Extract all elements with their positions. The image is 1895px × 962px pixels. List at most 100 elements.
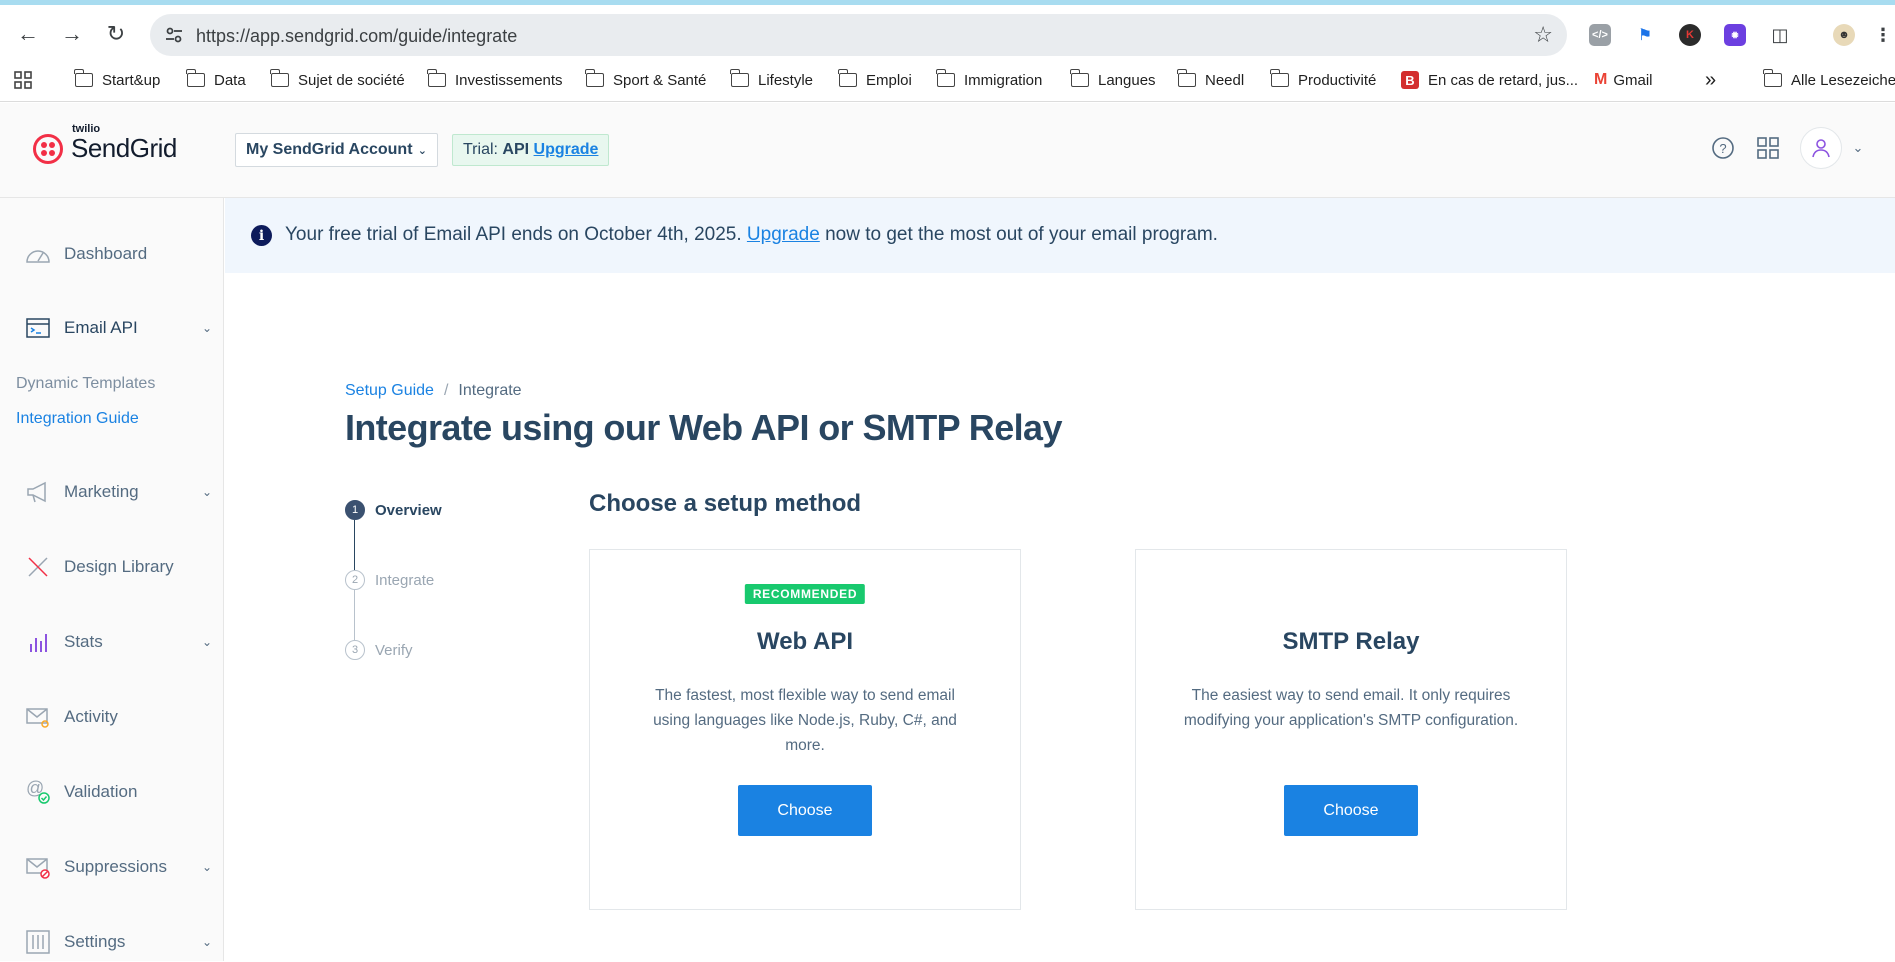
bookmark-langues[interactable]: Langues <box>1070 68 1156 92</box>
folder-icon <box>74 69 93 87</box>
apps-grid-icon[interactable] <box>14 68 32 92</box>
logo-twilio-text: twilio <box>72 123 101 135</box>
sliders-icon <box>26 930 50 954</box>
bookmark-lifestyle[interactable]: Lifestyle <box>730 68 813 92</box>
banner-upgrade-link[interactable]: Upgrade <box>747 224 820 245</box>
card-description: The fastest, most flexible way to send e… <box>653 687 957 754</box>
sendgrid-logo[interactable]: twilio SendGrid <box>33 123 177 164</box>
folder-icon <box>1270 69 1289 87</box>
reload-icon[interactable]: ↻ <box>102 20 130 48</box>
folder-icon <box>270 69 289 87</box>
at-check-icon: @ <box>26 778 50 804</box>
page-title: Integrate using our Web API or SMTP Rela… <box>345 407 1062 448</box>
url-text[interactable]: https://app.sendgrid.com/guide/integrate <box>196 26 517 47</box>
forward-arrow-icon[interactable]: → <box>58 20 86 48</box>
sidebar-subitem-integration-guide[interactable]: Integration Guide <box>16 410 139 428</box>
folder-icon <box>936 69 955 87</box>
trial-badge: Trial: API Upgrade <box>452 134 610 166</box>
site-settings-icon[interactable] <box>164 25 184 45</box>
envelope-blocked-icon <box>26 858 50 879</box>
megaphone-icon <box>27 481 46 503</box>
extension-tag-icon[interactable]: ⚑ <box>1634 24 1656 46</box>
bookmark-needl[interactable]: Needl <box>1177 68 1244 92</box>
bookmarks-bar: Start&up Data Sujet de société Investiss… <box>0 60 1895 102</box>
breadcrumb-setup-guide[interactable]: Setup Guide <box>345 382 434 399</box>
folder-icon <box>730 69 749 87</box>
app-header: twilio SendGrid My SendGrid Account ⌄ Tr… <box>0 103 1895 198</box>
folder-icon <box>585 69 604 87</box>
breadcrumb: Setup Guide / Integrate <box>345 382 522 399</box>
trial-upgrade-link[interactable]: Upgrade <box>534 141 599 158</box>
sidebar-item-settings[interactable]: Settings ⌄ <box>0 922 224 962</box>
b-favicon-icon: B <box>1401 71 1419 89</box>
sidebar-nav: Dashboard Email API ⌄ Dynamic Templates … <box>0 198 224 961</box>
choose-smtp-relay-button[interactable]: Choose <box>1284 785 1418 836</box>
step-verify: 3 Verify <box>345 640 413 660</box>
extension-k-icon[interactable]: K <box>1679 24 1701 46</box>
choose-web-api-button[interactable]: Choose <box>738 785 872 836</box>
bookmark-productivite[interactable]: Productivité <box>1270 68 1376 92</box>
bookmark-sujet-de-societe[interactable]: Sujet de société <box>270 68 405 92</box>
account-selector[interactable]: My SendGrid Account ⌄ <box>235 133 438 167</box>
bar-chart-icon <box>30 634 47 652</box>
sidebar-item-validation[interactable]: @ Validation <box>0 772 224 812</box>
sidebar-item-design-library[interactable]: Design Library <box>0 547 224 587</box>
chevron-down-icon: ⌄ <box>201 935 212 949</box>
bookmark-investissements[interactable]: Investissements <box>427 68 563 92</box>
card-title: Web API <box>756 628 853 655</box>
section-title: Choose a setup method <box>589 490 862 517</box>
address-bar[interactable]: https://app.sendgrid.com/guide/integrate… <box>150 14 1567 56</box>
browser-toolbar: ← → ↻ https://app.sendgrid.com/guide/int… <box>0 5 1895 60</box>
step-overview: 1 Overview <box>345 500 442 520</box>
sidebar-item-stats[interactable]: Stats ⌄ <box>0 622 224 662</box>
svg-text:?: ? <box>1719 141 1726 156</box>
extensions-puzzle-icon[interactable]: ◫ <box>1769 24 1791 46</box>
sidebar-item-activity[interactable]: Activity <box>0 697 224 737</box>
app-switcher-grid-icon[interactable] <box>1753 133 1783 163</box>
extension-gear-icon[interactable]: ✹ <box>1724 24 1746 46</box>
chevron-down-icon: ⌄ <box>201 635 212 649</box>
step-integrate: 2 Integrate <box>345 570 434 590</box>
email-api-icon <box>26 318 50 338</box>
bookmark-sport-sante[interactable]: Sport & Santé <box>585 68 706 92</box>
user-avatar-icon[interactable] <box>1800 127 1842 169</box>
folder-icon <box>1070 69 1089 87</box>
gauge-icon <box>26 250 50 263</box>
chevron-down-icon: ⌄ <box>201 321 212 335</box>
sidebar-item-dashboard[interactable]: Dashboard <box>0 234 224 274</box>
bookmarks-overflow-chevron[interactable]: » <box>1705 68 1716 92</box>
svg-text:@: @ <box>26 778 44 798</box>
bookmark-emploi[interactable]: Emploi <box>838 68 912 92</box>
user-menu-chevron-icon[interactable]: ⌄ <box>1843 133 1873 163</box>
smtp-relay-card: SMTP Relay The easiest way to send email… <box>1135 549 1567 910</box>
bookmark-immigration[interactable]: Immigration <box>936 68 1042 92</box>
back-arrow-icon[interactable]: ← <box>14 20 42 48</box>
bookmark-data[interactable]: Data <box>186 68 246 92</box>
sidebar-item-suppressions[interactable]: Suppressions ⌄ <box>0 847 224 887</box>
chevron-down-icon: ⌄ <box>201 860 212 874</box>
card-description: The easiest way to send email. It only r… <box>1183 687 1519 729</box>
bookmark-en-cas-de-retard[interactable]: B En cas de retard, jus... <box>1401 68 1578 92</box>
browser-menu-icon[interactable]: ⋮ <box>1874 24 1892 46</box>
card-title: SMTP Relay <box>1282 628 1420 655</box>
profile-avatar-icon[interactable]: ☻ <box>1833 24 1855 46</box>
web-api-card: RECOMMENDED Web API The fastest, most fl… <box>589 549 1021 910</box>
trial-banner-message: Your free trial of Email API ends on Oct… <box>285 224 1218 245</box>
account-label: My SendGrid Account <box>246 141 413 158</box>
trial-banner: i Your free trial of Email API ends on O… <box>225 198 1895 273</box>
step-connector <box>354 520 355 570</box>
sidebar-item-marketing[interactable]: Marketing ⌄ <box>0 472 224 512</box>
extension-code-icon[interactable]: </> <box>1589 24 1611 46</box>
bookmark-all-bookmarks[interactable]: Alle Lesezeichen <box>1763 68 1895 92</box>
folder-icon <box>1177 69 1196 87</box>
sidebar-subitem-dynamic-templates[interactable]: Dynamic Templates <box>16 375 155 393</box>
bookmark-gmail[interactable]: M Gmail <box>1594 68 1653 92</box>
twilio-logo-icon <box>33 133 63 164</box>
folder-icon <box>186 69 205 87</box>
sidebar-item-email-api[interactable]: Email API ⌄ <box>0 308 224 348</box>
chevron-down-icon: ⌄ <box>201 485 212 499</box>
bookmark-star-icon[interactable]: ☆ <box>1533 22 1553 48</box>
help-icon[interactable]: ? <box>1708 133 1738 163</box>
bookmark-startup[interactable]: Start&up <box>74 68 160 92</box>
folder-icon <box>838 69 857 87</box>
